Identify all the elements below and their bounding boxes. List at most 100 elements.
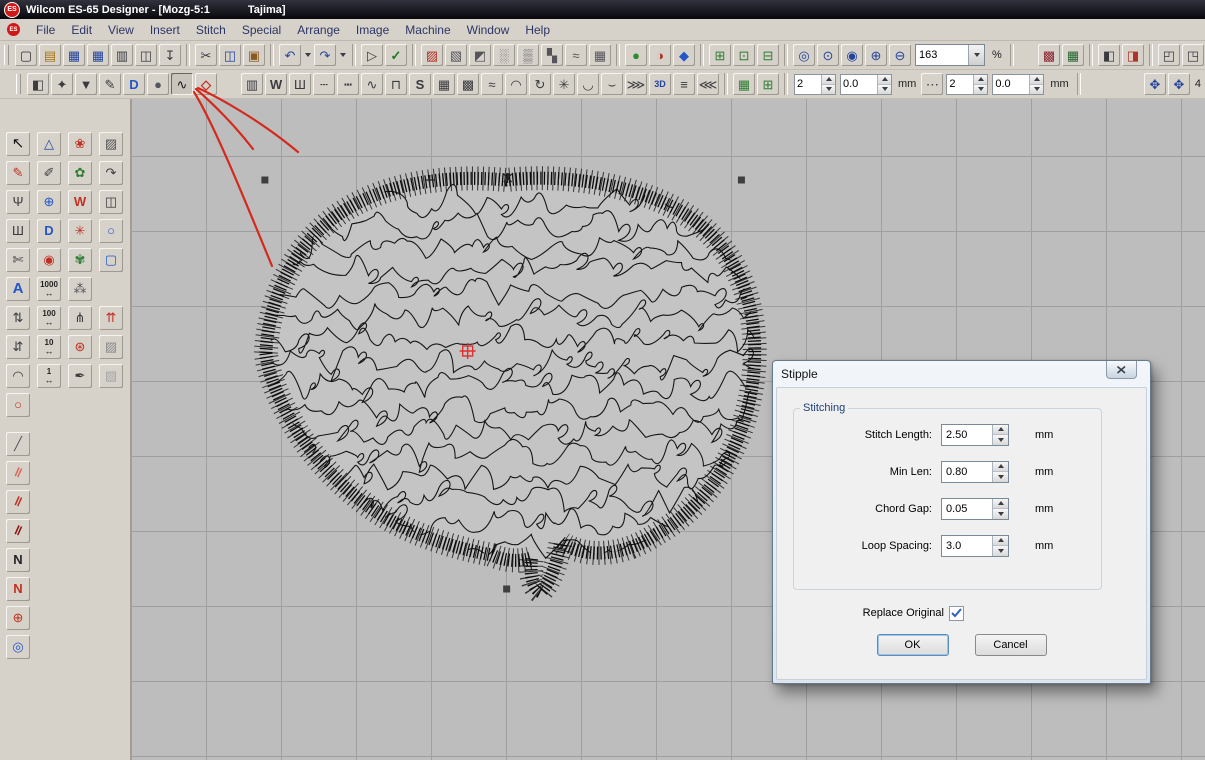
underlay-spacing-spinner-input[interactable] <box>993 75 1029 94</box>
flexi-split-icon[interactable]: ≈ <box>481 73 503 95</box>
color-object-list-icon[interactable]: ◨ <box>1122 44 1144 66</box>
print-preview-icon[interactable]: ◫ <box>135 44 157 66</box>
star-fill-icon[interactable]: ✳ <box>553 73 575 95</box>
thread-colors-icon[interactable]: ● <box>625 44 647 66</box>
dialog-titlebar[interactable]: Stipple <box>773 361 1150 387</box>
spin-down-button[interactable] <box>878 84 891 94</box>
drop-shape-icon[interactable]: ▼ <box>75 73 97 95</box>
spinner-buttons[interactable] <box>1029 75 1043 94</box>
morph-effect-icon[interactable]: ⋘ <box>697 73 719 95</box>
object-properties-icon[interactable]: ◆ <box>673 44 695 66</box>
step-sample-icon[interactable]: ◩ <box>469 44 491 66</box>
mesh-sample-icon[interactable]: ▦ <box>589 44 611 66</box>
wheel-tool[interactable]: ⊛ <box>68 335 92 359</box>
spin-up-button[interactable] <box>993 499 1008 509</box>
menu-stitch[interactable]: Stitch <box>188 21 234 39</box>
nudge-tool-icon[interactable]: ✥ <box>1144 73 1166 95</box>
stitch-light-tool[interactable]: ‖ <box>6 461 30 485</box>
zoom-in-icon[interactable]: ⊕ <box>865 44 887 66</box>
zigzag-stitch-icon[interactable]: W <box>265 73 287 95</box>
zoom-level-input[interactable] <box>916 49 968 61</box>
ripple-fill-icon[interactable]: ◡ <box>577 73 599 95</box>
team-tool[interactable]: ⋔ <box>68 306 92 330</box>
auto-spacing-icon[interactable]: ▦ <box>733 73 755 95</box>
spacing-preset-1000[interactable]: 1000↔ <box>37 277 61 301</box>
satin-sample-icon[interactable]: ▨ <box>421 44 443 66</box>
dialog-close-button[interactable] <box>1106 361 1137 379</box>
contour-fill-icon[interactable]: ◠ <box>505 73 527 95</box>
toolbar1-grip[interactable] <box>4 45 9 65</box>
globe-tool[interactable]: ⊕ <box>37 190 61 214</box>
tatami-fill-icon[interactable]: ▦ <box>433 73 455 95</box>
pen2-tool[interactable]: ✒ <box>68 364 92 388</box>
paw-tool[interactable]: ⁂ <box>68 277 92 301</box>
brain-design-object[interactable] <box>266 178 764 592</box>
run-stitch-icon[interactable]: ┄ <box>313 73 335 95</box>
loop-spacing-input[interactable] <box>942 536 992 556</box>
show-hoop-icon[interactable]: ⊡ <box>733 44 755 66</box>
orientation-tool[interactable]: ⊕ <box>6 606 30 630</box>
zoom-level-combo[interactable] <box>915 44 985 66</box>
feather-effect-icon[interactable]: ⋙ <box>625 73 647 95</box>
zoom-box-icon[interactable]: ⊙ <box>817 44 839 66</box>
print-icon[interactable]: ▥ <box>111 44 133 66</box>
angle-tool[interactable]: ⇵ <box>6 335 30 359</box>
zoom-dropdown-button[interactable] <box>968 45 984 65</box>
spacing-preset-100[interactable]: 100↔ <box>37 306 61 330</box>
save-icon[interactable]: ▦ <box>63 44 85 66</box>
fan-tool[interactable]: ◠ <box>6 364 30 388</box>
node-path-tool[interactable]: N <box>6 548 30 572</box>
zoom-1-1-icon[interactable]: ◎ <box>793 44 815 66</box>
chord-gap-spinner[interactable] <box>992 499 1008 519</box>
menu-insert[interactable]: Insert <box>142 21 188 39</box>
spin-down-button[interactable] <box>1030 84 1043 94</box>
menu-file[interactable]: File <box>28 21 63 39</box>
cross-sample-icon[interactable]: ▚ <box>541 44 563 66</box>
carving-tool[interactable]: ✳ <box>68 219 92 243</box>
show-rulers-icon[interactable]: ⊟ <box>757 44 779 66</box>
arrows-red-tool[interactable]: ⇈ <box>99 306 123 330</box>
save-design-icon[interactable]: ▦ <box>87 44 109 66</box>
stitch-dark-tool[interactable]: ‖ <box>6 519 30 543</box>
menu-machine[interactable]: Machine <box>397 21 458 39</box>
spin-up-button[interactable] <box>974 75 987 84</box>
spiral-fill-icon[interactable]: ↻ <box>529 73 551 95</box>
menu-view[interactable]: View <box>100 21 142 39</box>
run-pen-tool[interactable]: ╱ <box>6 432 30 456</box>
undo-icon[interactable]: ↶ <box>279 44 301 66</box>
spin-up-button[interactable] <box>878 75 891 84</box>
spin-up-button[interactable] <box>993 425 1008 435</box>
chord-gap-input[interactable] <box>942 499 992 519</box>
cut-icon[interactable]: ✂ <box>195 44 217 66</box>
elastic-tool[interactable]: ⇅ <box>6 306 30 330</box>
redo-icon[interactable]: ↷ <box>314 44 336 66</box>
spin-down-button[interactable] <box>822 84 835 94</box>
star-shape-icon[interactable]: ✦ <box>51 73 73 95</box>
show-grid-icon[interactable]: ⊞ <box>709 44 731 66</box>
closed-curve-icon[interactable]: ◇ <box>195 73 217 95</box>
triple-run-icon[interactable]: ┅ <box>337 73 359 95</box>
fusion-fill-icon[interactable]: D <box>123 73 145 95</box>
shape-pen-tool[interactable]: ✐ <box>37 161 61 185</box>
copy-icon[interactable]: ◫ <box>219 44 241 66</box>
redo-icon-dropdown[interactable] <box>337 44 348 66</box>
stitch-length-input[interactable] <box>942 425 992 445</box>
flower-tool[interactable]: ❀ <box>68 132 92 156</box>
overview-window-icon[interactable]: ◧ <box>1098 44 1120 66</box>
insert-design-icon[interactable]: ▷ <box>361 44 383 66</box>
object-center-marker[interactable] <box>460 343 476 359</box>
spinner-buttons[interactable] <box>821 75 835 94</box>
cancel-button[interactable]: Cancel <box>975 634 1047 656</box>
loop-spacing-spinner[interactable] <box>992 536 1008 556</box>
spacing-preset-10[interactable]: 10↔ <box>37 335 61 359</box>
paste-icon[interactable]: ▣ <box>243 44 265 66</box>
ring-blue-tool[interactable]: ◎ <box>6 635 30 659</box>
hatch-lines-icon[interactable]: ≡ <box>673 73 695 95</box>
digitize-run-icon[interactable]: ✎ <box>99 73 121 95</box>
undo-icon-dropdown[interactable] <box>302 44 313 66</box>
stitch-player-icon[interactable]: ▩ <box>1038 44 1060 66</box>
min-len-input[interactable] <box>942 462 992 482</box>
stitch-spacing-spinner[interactable] <box>840 74 892 95</box>
monogram-tool[interactable]: D <box>37 219 61 243</box>
zoom-fit-icon[interactable]: ◉ <box>841 44 863 66</box>
